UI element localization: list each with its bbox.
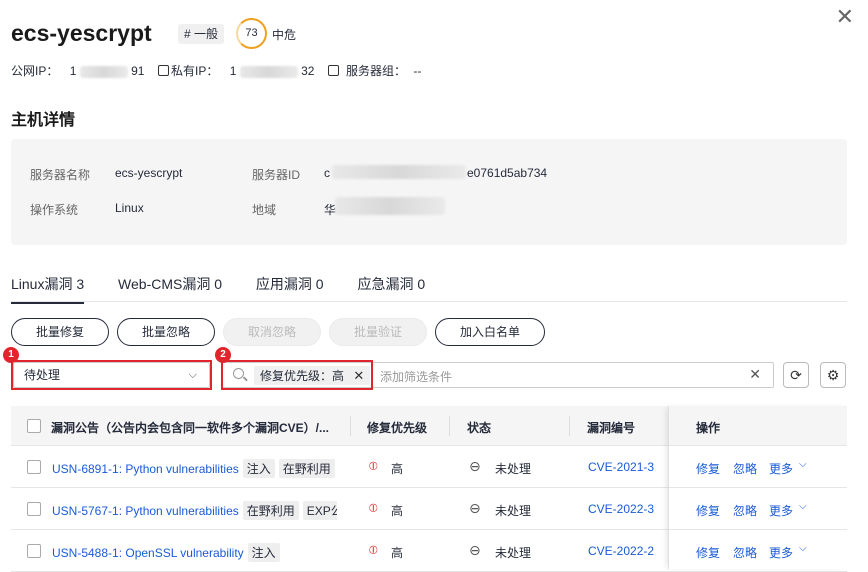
page-title: ecs-yescrypt <box>11 20 152 46</box>
column-divider <box>350 416 351 436</box>
public-ip-start: 1 <box>69 64 77 78</box>
refresh-icon[interactable]: ⟳ <box>783 362 809 388</box>
close-icon[interactable]: ✕ <box>836 6 854 28</box>
col-priority: 修复优先级 <box>367 421 428 435</box>
pending-status-icon: ⊖ <box>469 542 481 558</box>
importance-tag: # 一般 <box>178 24 225 44</box>
status-value: 未处理 <box>495 546 532 560</box>
col-announcement: 漏洞公告（公告内会包含同一软件多个漏洞CVE）/... <box>51 421 330 435</box>
server-name-label: 服务器名称 <box>30 168 91 182</box>
filter-input[interactable]: 添加筛选条件 <box>380 368 452 385</box>
os-label: 操作系统 <box>30 203 79 217</box>
highlight-box-1 <box>11 360 212 390</box>
vuln-tabs: Linux漏洞 3 Web-CMS漏洞 0 应用漏洞 0 应急漏洞 0 <box>11 274 455 304</box>
vuln-link[interactable]: USN-5488-1: OpenSSL vulnerability <box>52 546 244 560</box>
ip-mask <box>79 65 128 78</box>
vuln-link[interactable]: USN-5767-1: Python vulnerabilities <box>52 504 239 518</box>
host-details-panel: 服务器名称 ecs-yescrypt 服务器ID c e0761d5ab734 … <box>11 139 847 245</box>
pending-status-icon: ⊖ <box>469 458 481 474</box>
column-divider <box>569 416 570 436</box>
priority-value: 高 <box>391 504 404 518</box>
server-group-row: 服务器组： -- <box>346 62 421 79</box>
risk-level: 中危 <box>272 28 297 42</box>
vuln-tag: 在野利用 <box>278 459 335 478</box>
public-ip-label: 公网IP： <box>11 64 59 78</box>
server-id-label: 服务器ID <box>252 168 301 182</box>
priority-value: 高 <box>391 546 404 560</box>
private-ip-start: 1 <box>229 64 237 78</box>
ip-mask <box>239 65 298 78</box>
clear-icon[interactable]: ✕ <box>749 366 761 383</box>
batch-fix-button[interactable]: 批量修复 <box>11 318 109 346</box>
tab-divider <box>11 301 847 302</box>
row-title-cell: USN-6891-1: Python vulnerabilities 注入 在野利用 <box>52 459 337 478</box>
private-ip-row: 私有IP： 1 32 <box>171 62 339 79</box>
risk-score: 73 <box>236 18 267 49</box>
select-all-checkbox[interactable] <box>27 419 41 433</box>
tab-application[interactable]: 应用漏洞 0 <box>256 274 324 304</box>
row-checkbox[interactable] <box>27 460 41 474</box>
highlight-box-2 <box>221 360 373 390</box>
private-ip-label: 私有IP： <box>171 64 219 78</box>
cve-link[interactable]: CVE-2022-2 <box>588 544 654 558</box>
server-name-value: ecs-yescrypt <box>115 166 183 180</box>
row-title-cell: USN-5767-1: Python vulnerabilities 在野利用 EX… <box>52 501 337 520</box>
marker-badge-2: 2 <box>215 347 231 363</box>
high-priority-icon: ⦶ <box>369 501 378 515</box>
column-divider <box>449 416 450 436</box>
host-details-heading: 主机详情 <box>11 112 76 129</box>
add-whitelist-button[interactable]: 加入白名单 <box>435 318 545 346</box>
vuln-tag: EXP公 <box>302 501 337 520</box>
high-priority-icon: ⦶ <box>369 543 378 557</box>
col-status: 状态 <box>467 421 492 435</box>
col-cve: 漏洞编号 <box>587 421 636 435</box>
copy-icon[interactable] <box>157 65 169 76</box>
public-ip-end: 91 <box>131 64 145 78</box>
server-group-label: 服务器组： <box>346 64 407 78</box>
actions-column-shadow <box>669 406 847 569</box>
server-id-mask <box>332 165 466 179</box>
public-ip-row: 公网IP： 1 91 <box>11 62 169 79</box>
vuln-tag: 在野利用 <box>242 501 299 520</box>
status-value: 未处理 <box>495 504 532 518</box>
vuln-link[interactable]: USN-6891-1: Python vulnerabilities <box>52 462 239 476</box>
settings-gear-icon[interactable]: ⚙ <box>820 362 846 388</box>
private-ip-end: 32 <box>301 64 315 78</box>
cancel-ignore-button[interactable]: 取消忽略 <box>223 318 321 346</box>
marker-badge-1: 1 <box>3 347 19 363</box>
tab-emergency[interactable]: 应急漏洞 0 <box>358 274 426 304</box>
server-id-end: e0761d5ab734 <box>467 166 548 180</box>
actions-column-divider <box>668 406 669 569</box>
vuln-tag: 注入 <box>247 543 280 562</box>
vuln-tag: 注入 <box>242 459 275 478</box>
pending-status-icon: ⊖ <box>469 500 481 516</box>
os-value: Linux <box>115 201 144 215</box>
server-id-start: c <box>324 166 330 180</box>
tab-linux[interactable]: Linux漏洞 3 <box>11 274 85 304</box>
priority-value: 高 <box>391 462 404 476</box>
status-value: 未处理 <box>495 462 532 476</box>
tab-web-cms[interactable]: Web-CMS漏洞 0 <box>118 274 222 304</box>
copy-icon[interactable] <box>327 65 339 76</box>
region-mask <box>335 197 445 215</box>
high-priority-icon: ⦶ <box>369 459 378 473</box>
row-title-cell: USN-5488-1: OpenSSL vulnerability 注入 <box>52 543 337 562</box>
row-checkbox[interactable] <box>27 544 41 558</box>
region-label: 地域 <box>252 203 277 217</box>
server-group-value: -- <box>413 64 422 78</box>
cve-link[interactable]: CVE-2022-3 <box>588 502 654 516</box>
batch-verify-button[interactable]: 批量验证 <box>329 318 427 346</box>
row-checkbox[interactable] <box>27 502 41 516</box>
cve-link[interactable]: CVE-2021-3 <box>588 460 654 474</box>
batch-ignore-button[interactable]: 批量忽略 <box>117 318 215 346</box>
